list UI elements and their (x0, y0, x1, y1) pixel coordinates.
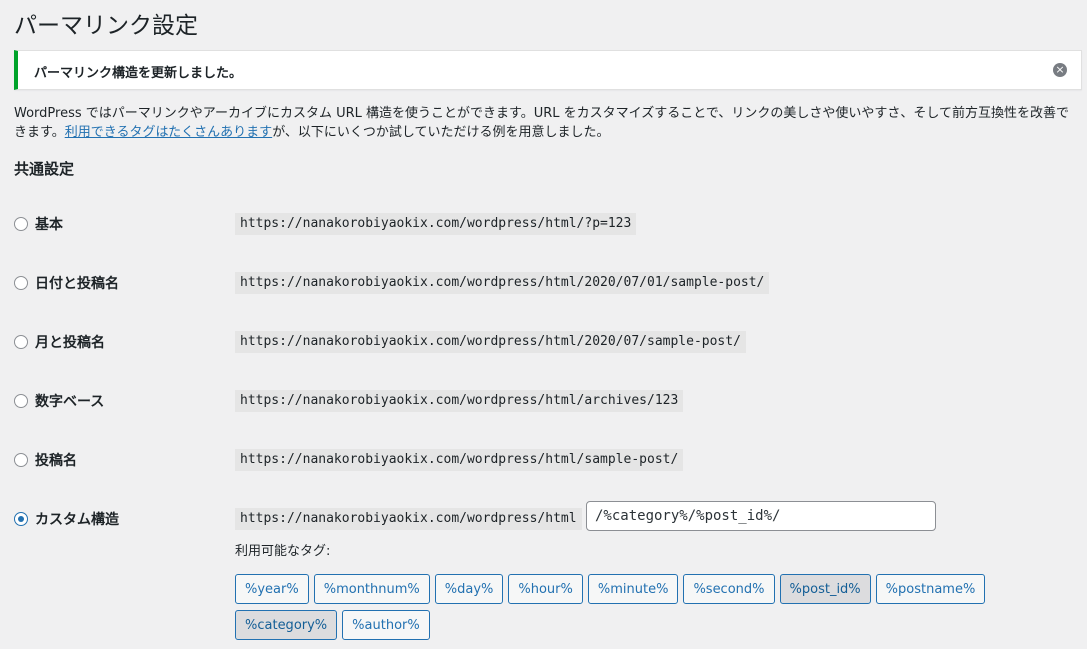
tag-button-year[interactable]: %year% (235, 574, 309, 604)
radio-plain[interactable]: 基本 (14, 212, 63, 236)
dismiss-icon[interactable]: × (1053, 63, 1067, 77)
option-label: 投稿名 (35, 453, 77, 469)
option-label: 日付と投稿名 (35, 276, 119, 292)
base-url: https://nanakorobiyaokix.com/wordpress/h… (235, 508, 582, 530)
tag-button-monthnum[interactable]: %monthnum% (313, 574, 430, 604)
option-row-numeric: 数字ベース https://nanakorobiyaokix.com/wordp… (0, 389, 1087, 429)
description-text-after: が、以下にいくつか試していただける例を用意しました。 (272, 125, 610, 140)
available-tags-label: 利用可能なタグ: (235, 544, 331, 559)
option-label: カスタム構造 (35, 512, 119, 528)
tag-button-postname[interactable]: %postname% (875, 574, 986, 604)
example-url: https://nanakorobiyaokix.com/wordpress/h… (235, 331, 746, 353)
page-title: パーマリンク設定 (14, 13, 198, 39)
option-label: 月と投稿名 (35, 335, 105, 351)
tag-button-author[interactable]: %author% (342, 610, 430, 640)
tag-button-minute[interactable]: %minute% (587, 574, 679, 604)
available-tags: %year% %monthnum% %day% %hour% %minute% … (235, 574, 1065, 640)
radio-custom[interactable]: カスタム構造 (14, 507, 119, 531)
tag-button-second[interactable]: %second% (683, 574, 775, 604)
option-row-plain: 基本 https://nanakorobiyaokix.com/wordpres… (0, 212, 1087, 252)
common-settings-heading: 共通設定 (14, 160, 75, 178)
tag-button-category[interactable]: %category% (235, 610, 338, 640)
custom-structure-input[interactable] (586, 501, 936, 531)
radio-circle-checked[interactable] (14, 512, 28, 526)
notice-message: パーマリンク構造を更新しました。 (34, 66, 243, 81)
example-url: https://nanakorobiyaokix.com/wordpress/h… (235, 390, 684, 412)
available-tags-link[interactable]: 利用できるタグはたくさんあります (65, 125, 272, 140)
radio-month-name[interactable]: 月と投稿名 (14, 330, 105, 354)
option-row-post-name: 投稿名 https://nanakorobiyaokix.com/wordpre… (0, 448, 1087, 488)
option-label: 数字ベース (35, 394, 105, 410)
tag-button-hour[interactable]: %hour% (508, 574, 583, 604)
option-row-day-name: 日付と投稿名 https://nanakorobiyaokix.com/word… (0, 271, 1087, 311)
success-notice: パーマリンク構造を更新しました。 × (14, 50, 1082, 90)
radio-circle[interactable] (14, 335, 28, 349)
radio-circle[interactable] (14, 217, 28, 231)
radio-post-name[interactable]: 投稿名 (14, 448, 77, 472)
radio-circle[interactable] (14, 453, 28, 467)
option-row-custom: カスタム構造 https://nanakorobiyaokix.com/word… (0, 501, 1087, 547)
radio-circle[interactable] (14, 394, 28, 408)
example-url: https://nanakorobiyaokix.com/wordpress/h… (235, 272, 770, 294)
radio-numeric[interactable]: 数字ベース (14, 389, 104, 413)
example-url: https://nanakorobiyaokix.com/wordpress/h… (235, 449, 684, 471)
permalink-description: WordPress ではパーマリンクやアーカイブにカスタム URL 構造を使うこ… (14, 104, 1079, 142)
tag-button-day[interactable]: %day% (434, 574, 504, 604)
tag-button-post-id[interactable]: %post_id% (779, 574, 871, 604)
radio-day-name[interactable]: 日付と投稿名 (14, 271, 119, 295)
radio-circle[interactable] (14, 276, 28, 290)
option-row-month-name: 月と投稿名 https://nanakorobiyaokix.com/wordp… (0, 330, 1087, 370)
example-url: https://nanakorobiyaokix.com/wordpress/h… (235, 213, 637, 235)
option-label: 基本 (35, 217, 63, 233)
